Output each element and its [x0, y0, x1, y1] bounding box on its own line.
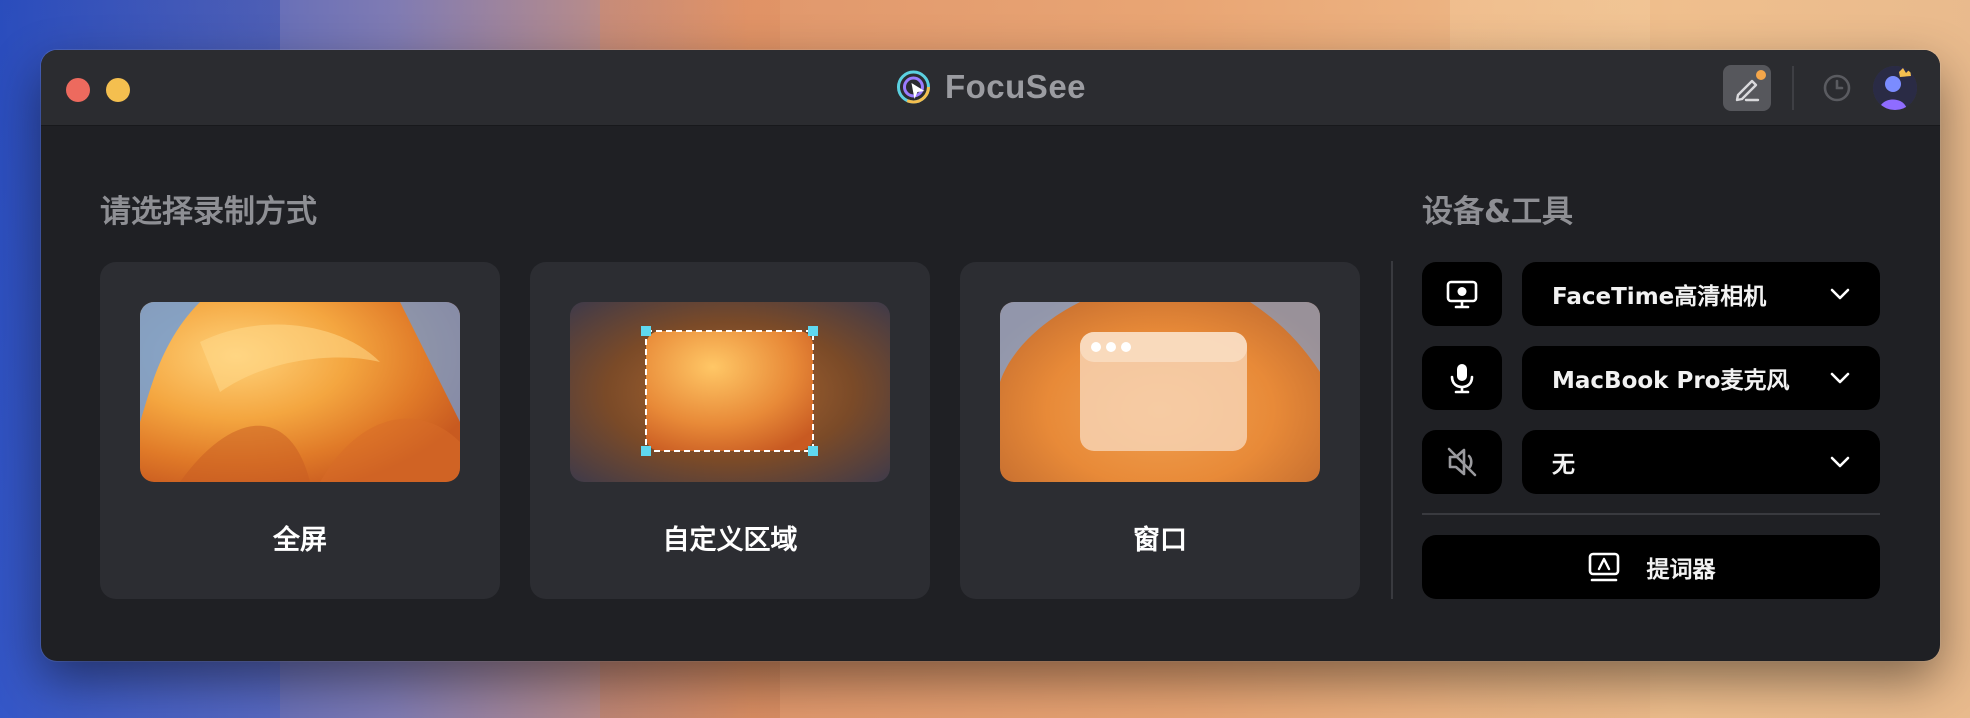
user-avatar-icon [1873, 66, 1917, 110]
custom-area-thumbnail [570, 302, 890, 482]
speaker-muted-icon [1447, 447, 1477, 477]
audio-value: 无 [1552, 452, 1575, 478]
microphone-toggle-button[interactable] [1422, 346, 1502, 410]
camera-monitor-icon [1446, 280, 1478, 309]
mode-card-fullscreen[interactable]: 全屏 [100, 262, 500, 599]
titlebar: FocuSee [41, 50, 1940, 126]
chevron-down-icon [1830, 456, 1850, 468]
fullscreen-thumbnail [140, 302, 460, 482]
selection-preview [641, 326, 818, 456]
mode-label: 全屏 [273, 525, 327, 556]
tools-separator [1422, 513, 1880, 515]
camera-toggle-button[interactable] [1422, 262, 1502, 326]
app-name: FocuSee [944, 68, 1087, 105]
camera-value: FaceTime高清相机 [1552, 284, 1767, 310]
clock-icon [1823, 74, 1851, 102]
section-divider [1391, 261, 1393, 599]
focusee-logo-icon [896, 70, 930, 104]
mode-card-window[interactable]: 窗口 [960, 262, 1360, 599]
teleprompter-label: 提词器 [1646, 557, 1716, 583]
wallpaper-image [140, 302, 460, 482]
app-window: FocuSee 请选择录制方式 全屏 自定义区域 窗口 设备&工具 FaceTi… [41, 50, 1940, 661]
window-preview [1000, 302, 1320, 451]
minimize-button[interactable] [106, 78, 130, 102]
record-mode-title: 请选择录制方式 [100, 194, 317, 230]
edit-button[interactable] [1723, 65, 1771, 111]
chevron-down-icon [1830, 372, 1850, 384]
app-title: FocuSee [895, 68, 1086, 106]
teleprompter-button[interactable]: 提词器 [1422, 535, 1880, 599]
mode-label: 窗口 [1133, 525, 1187, 556]
mode-label: 自定义区域 [662, 525, 798, 556]
chevron-down-icon [1830, 288, 1850, 300]
close-button[interactable] [66, 78, 90, 102]
notification-dot [1756, 70, 1766, 80]
audio-toggle-button[interactable] [1422, 430, 1502, 494]
camera-select[interactable]: FaceTime高清相机 [1522, 262, 1880, 326]
microphone-icon [1450, 364, 1474, 394]
microphone-value: MacBook Pro麦克风 [1552, 368, 1790, 394]
teleprompter-icon [1588, 552, 1619, 582]
audio-select[interactable]: 无 [1522, 430, 1880, 494]
history-button[interactable] [1813, 65, 1861, 111]
mode-card-custom-area[interactable]: 自定义区域 [530, 262, 930, 599]
devices-title: 设备&工具 [1422, 194, 1574, 230]
user-avatar[interactable] [1873, 66, 1917, 110]
titlebar-divider [1792, 66, 1794, 110]
microphone-select[interactable]: MacBook Pro麦克风 [1522, 346, 1880, 410]
window-thumbnail [1000, 302, 1320, 482]
